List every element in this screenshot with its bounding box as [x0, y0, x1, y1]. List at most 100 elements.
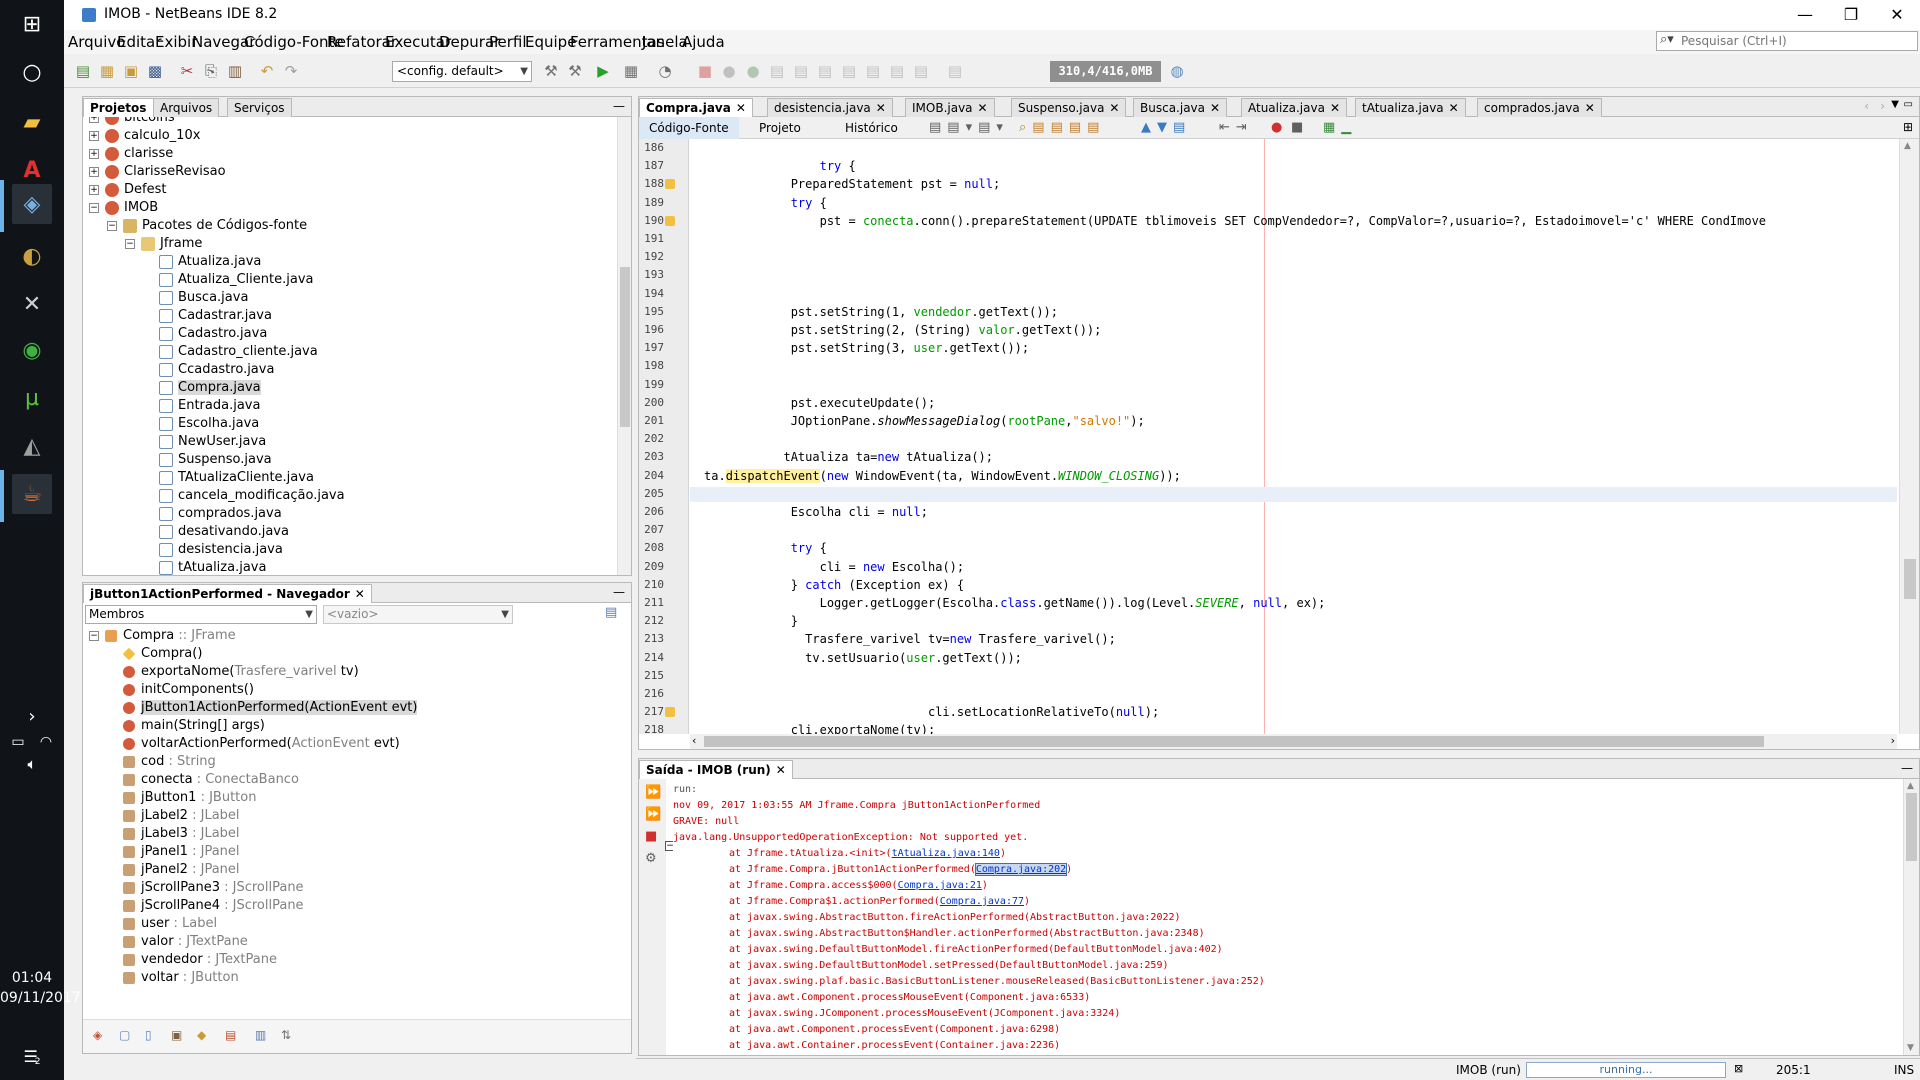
- warning-icon[interactable]: [665, 707, 675, 718]
- tab-suspenso-java[interactable]: Suspenso.java ✕: [1011, 98, 1127, 117]
- collapse-icon[interactable]: −: [89, 202, 99, 213]
- bookmark-tools-icons[interactable]: ▲▼▤: [1141, 120, 1191, 135]
- filter-nonpublic-icon[interactable]: ▣: [171, 1028, 182, 1042]
- editor-vscrollbar-thumb[interactable]: [1904, 559, 1916, 599]
- tab-navigator[interactable]: jButton1ActionPerformed - Navegador ✕: [83, 584, 372, 603]
- step-into-icon[interactable]: ▤: [790, 60, 812, 82]
- tree-item[interactable]: + calculo_10x: [89, 127, 200, 145]
- new-project-icon[interactable]: ▦: [96, 60, 118, 82]
- cortana-icon[interactable]: ○: [12, 52, 52, 92]
- navigator-member[interactable]: vendedor : JTextPane: [123, 951, 277, 969]
- tree-item[interactable]: cancela_modificação.java: [143, 487, 345, 505]
- tree-item[interactable]: Ccadastro.java: [143, 361, 274, 379]
- clock[interactable]: 01:04 09/11/2017: [0, 968, 81, 1008]
- navigator-member[interactable]: jScrollPane4 : JScrollPane: [123, 897, 304, 915]
- tab-compra-java[interactable]: Compra.java ✕: [639, 98, 753, 117]
- navigator-member[interactable]: jButton1ActionPerformed(ActionEvent evt): [123, 699, 418, 717]
- tab-desistencia-java[interactable]: desistencia.java ✕: [767, 98, 893, 117]
- new-file-icon[interactable]: ▤: [72, 60, 94, 82]
- filter-fields-icon[interactable]: ▢: [119, 1028, 130, 1042]
- subtab-projeto[interactable]: Projeto: [749, 117, 811, 139]
- copy-icon[interactable]: ⎘: [200, 60, 222, 82]
- menu-perfil[interactable]: Perfil: [489, 33, 527, 51]
- editor-toolbar-icons[interactable]: ▤▤▾▤▾: [929, 120, 1009, 135]
- utorrent-icon[interactable]: µ: [12, 378, 52, 418]
- tree-item[interactable]: + ClarisseRevisao: [89, 163, 226, 181]
- tree-item[interactable]: desativando.java: [143, 523, 289, 541]
- code-line[interactable]: JOptionPane.showMessageDialog(rootPane,"…: [704, 414, 1145, 429]
- minimize-button[interactable]: —: [1782, 0, 1828, 30]
- navigator-member[interactable]: voltarActionPerformed(ActionEvent evt): [123, 735, 400, 753]
- tab-tatualiza-java[interactable]: tAtualiza.java ✕: [1355, 98, 1466, 117]
- cancel-task-icon[interactable]: ⊠: [1734, 1062, 1743, 1075]
- navigator-root[interactable]: − Compra :: JFrame: [89, 627, 236, 645]
- tree-item[interactable]: NewUser.java: [143, 433, 266, 451]
- code-line[interactable]: Logger.getLogger(Escolha.class.getName()…: [704, 596, 1326, 611]
- code-line[interactable]: cli = new Escolha();: [704, 560, 965, 575]
- navigator-member[interactable]: valor : JTextPane: [123, 933, 248, 951]
- close-icon[interactable]: ✕: [1330, 101, 1340, 115]
- tab-scroll-right-icon[interactable]: ›: [1880, 99, 1885, 113]
- tab-arquivos[interactable]: Arquivos: [153, 98, 220, 117]
- tab-scroll-left-icon[interactable]: ‹: [1864, 99, 1869, 113]
- code-line[interactable]: PreparedStatement pst = null;: [704, 177, 1001, 192]
- subtab-codigo-fonte[interactable]: Código-Fonte: [639, 117, 739, 139]
- code-line[interactable]: cli.exportaNome(tv);: [704, 723, 936, 734]
- navigator-member[interactable]: user : Label: [123, 915, 217, 933]
- tree-item[interactable]: Suspenso.java: [143, 451, 272, 469]
- navigator-member[interactable]: exportaNome(Trasfere_varivel tv): [123, 663, 359, 681]
- code-line[interactable]: tAtualiza ta=new tAtualiza();: [704, 450, 993, 465]
- close-icon[interactable]: ✕: [876, 101, 886, 115]
- scroll-up-icon[interactable]: ▲: [1904, 141, 1911, 151]
- code-line[interactable]: pst.setString(2, (String) valor.getText(…: [704, 323, 1102, 338]
- code-line[interactable]: pst.executeUpdate();: [704, 396, 936, 411]
- step-over-icon[interactable]: ▤: [766, 60, 788, 82]
- sort-icon[interactable]: ▤: [225, 1028, 236, 1042]
- minimize-panel-icon[interactable]: —: [613, 99, 625, 113]
- step-out-icon[interactable]: ▤: [814, 60, 836, 82]
- menu-janela[interactable]: Janela: [642, 33, 688, 51]
- filter-static-icon[interactable]: ▯: [145, 1028, 152, 1042]
- take-snapshot-icon[interactable]: ▤: [886, 60, 908, 82]
- code-line[interactable]: pst.setString(3, user.getText());: [704, 341, 1029, 356]
- tab-imob-java[interactable]: IMOB.java ✕: [905, 98, 995, 117]
- stacktrace-link[interactable]: Compra.java:21: [898, 880, 982, 891]
- tree-item[interactable]: comprados.java: [143, 505, 282, 523]
- tab-atualiza-java[interactable]: Atualiza.java ✕: [1241, 98, 1348, 117]
- code-line[interactable]: cli.setLocationRelativeTo(null);: [704, 705, 1159, 720]
- gc-icon[interactable]: ▤: [910, 60, 932, 82]
- output-console[interactable]: run: nov 09, 2017 1:03:55 AM Jframe.Compr…: [673, 779, 1903, 1055]
- minimize-panel-icon[interactable]: —: [613, 585, 625, 599]
- close-icon[interactable]: ✕: [978, 101, 988, 115]
- tree-item[interactable]: − IMOB: [89, 199, 158, 217]
- gc-button-icon[interactable]: ◍: [1166, 60, 1188, 82]
- expand-icon[interactable]: +: [89, 166, 99, 177]
- notification-icon[interactable]: ☰ 2: [12, 1036, 52, 1076]
- diff-tools-icons[interactable]: ▦▁: [1323, 120, 1357, 135]
- menu-ajuda[interactable]: Ajuda: [682, 33, 725, 51]
- filter-inherited-icon[interactable]: ◈: [93, 1028, 102, 1042]
- tab-list-icon[interactable]: ▼: [1891, 99, 1899, 110]
- close-icon[interactable]: ✕: [1585, 101, 1595, 115]
- scroll-up-icon[interactable]: ▲: [1907, 781, 1914, 791]
- tree-item[interactable]: − Jframe: [125, 235, 202, 253]
- navigator-member[interactable]: initComponents(): [123, 681, 254, 699]
- code-line[interactable]: ta.dispatchEvent(new WindowEvent(ta, Win…: [704, 468, 1181, 484]
- minimize-panel-icon[interactable]: —: [1901, 761, 1913, 775]
- navigator-member[interactable]: jLabel2 : JLabel: [123, 807, 240, 825]
- rerun-params-icon[interactable]: ⏩: [645, 807, 661, 822]
- tree-item[interactable]: Entrada.java: [143, 397, 260, 415]
- chrome-icon[interactable]: ◉: [12, 330, 52, 370]
- volume-icon[interactable]: 🔈︎: [12, 744, 52, 784]
- media-icon[interactable]: ◭: [12, 426, 52, 466]
- tree-item[interactable]: Cadastro.java: [143, 325, 267, 343]
- config-select[interactable]: <config. default> ▼: [392, 61, 532, 82]
- tab-comprados-java[interactable]: comprados.java ✕: [1477, 98, 1602, 117]
- members-filter-select[interactable]: Membros ▼: [85, 605, 317, 624]
- filter-class-icon[interactable]: ◆: [197, 1028, 206, 1042]
- scroll-down-icon[interactable]: ▼: [1907, 1043, 1914, 1053]
- line-number-gutter[interactable]: 186 187 188 189 190 191 192 193 194 195 196 197 198 1…: [639, 139, 689, 736]
- snapshot-icon[interactable]: ▤: [944, 60, 966, 82]
- tree-item[interactable]: + clarisse: [89, 145, 173, 163]
- java-icon[interactable]: ☕: [12, 474, 52, 514]
